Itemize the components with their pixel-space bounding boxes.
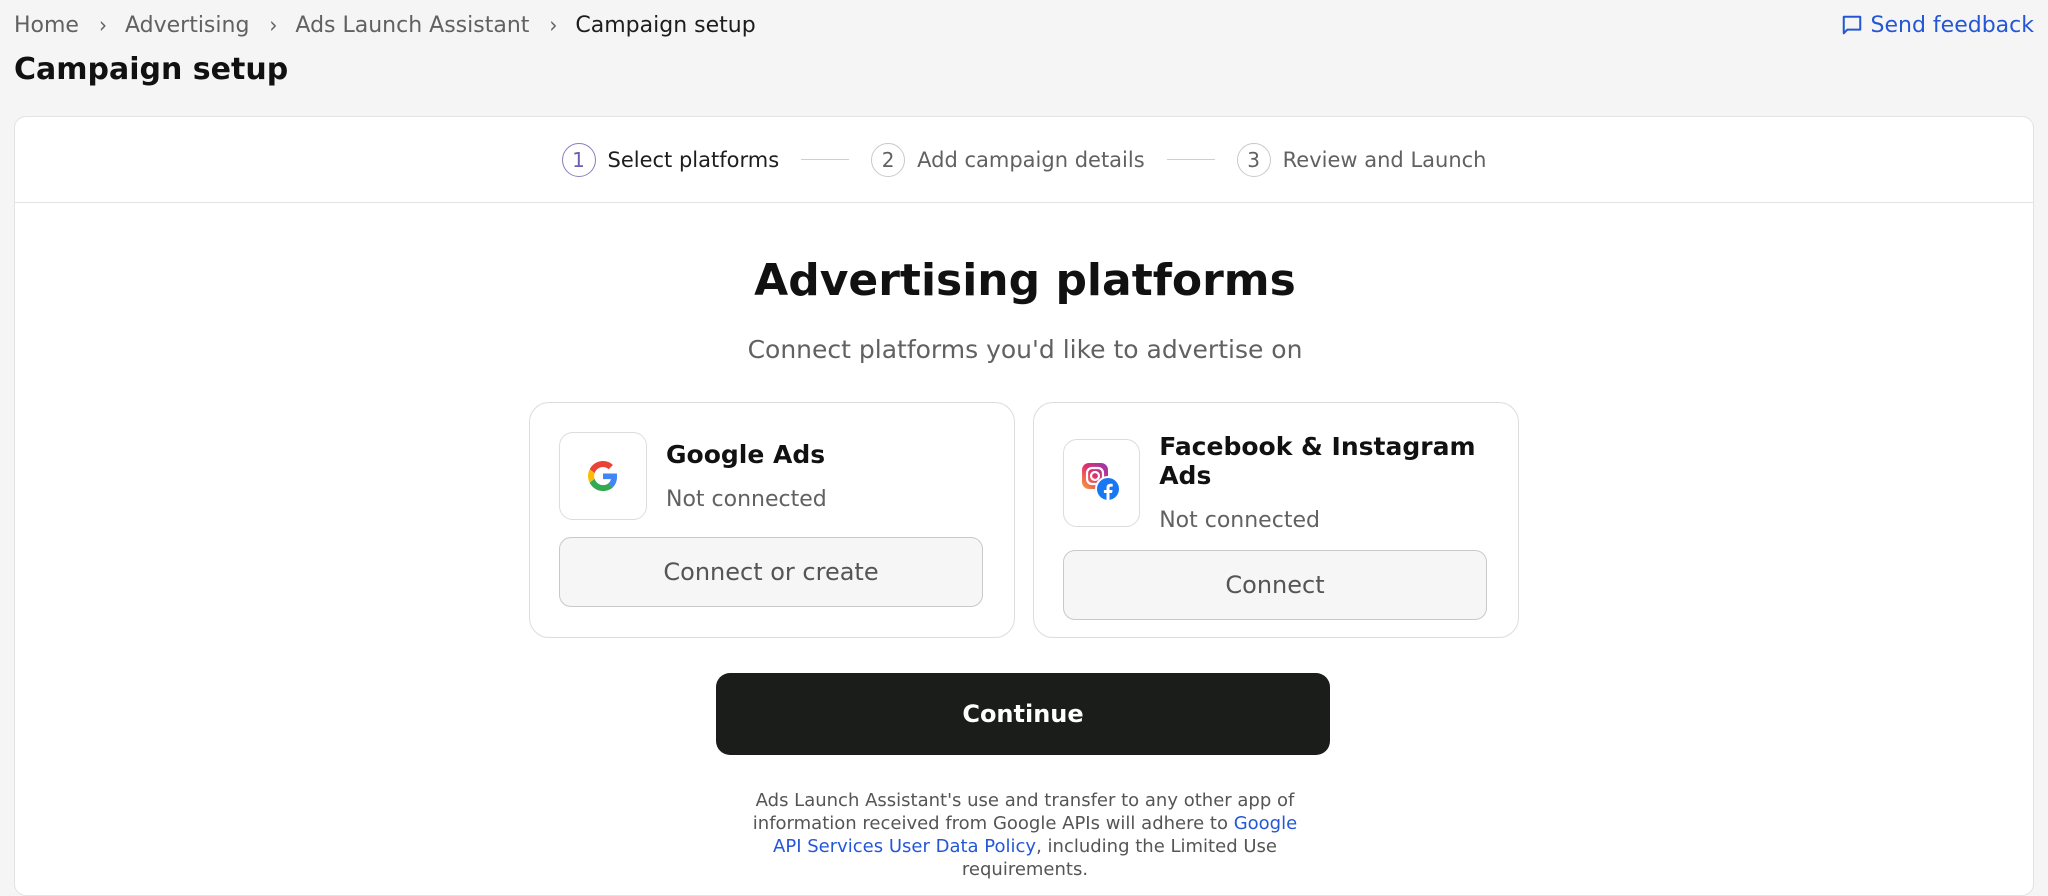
meta-icon	[1063, 438, 1141, 527]
platform-name: Facebook & Instagram Ads	[1159, 432, 1476, 490]
feedback-icon	[1842, 15, 1861, 35]
platform-status: Not connected	[1159, 508, 1320, 533]
page-title: Campaign setup	[14, 52, 289, 87]
platform-list: Google Ads Not connected Connect or crea…	[529, 402, 1519, 638]
step-number: 3	[1236, 142, 1271, 177]
chevron-right-icon: ›	[549, 11, 558, 39]
breadcrumb-current: Campaign setup	[575, 12, 756, 38]
section-heading: Advertising platforms	[754, 255, 1296, 306]
continue-button[interactable]: Continue	[716, 673, 1330, 755]
platform-name: Google Ads	[666, 440, 826, 469]
platform-card-facebook-instagram-ads: Facebook & Instagram Ads Not connected C…	[1033, 402, 1519, 638]
step-number: 2	[871, 142, 906, 177]
platform-status: Not connected	[666, 487, 827, 512]
section-subheading: Connect platforms you'd like to advertis…	[747, 335, 1303, 364]
chevron-right-icon: ›	[269, 11, 278, 39]
google-icon	[559, 432, 647, 520]
chevron-right-icon: ›	[98, 11, 107, 39]
send-feedback-label: Send feedback	[1870, 12, 2034, 38]
breadcrumb-advertising[interactable]: Advertising	[125, 13, 249, 38]
platform-card-google-ads: Google Ads Not connected Connect or crea…	[529, 402, 1015, 638]
step-divider	[1166, 158, 1215, 161]
step-select-platforms[interactable]: 1 Select platforms	[561, 142, 780, 177]
stepper: 1 Select platforms 2 Add campaign detail…	[15, 117, 2033, 203]
breadcrumb: Home › Advertising › Ads Launch Assistan…	[14, 11, 756, 39]
connect-button[interactable]: Connect	[1063, 550, 1487, 620]
step-divider	[801, 158, 850, 161]
step-label: Select platforms	[607, 147, 780, 172]
disclaimer: Ads Launch Assistant's use and transfer …	[745, 789, 1305, 881]
step-label: Add campaign details	[917, 147, 1145, 172]
top-bar: Home › Advertising › Ads Launch Assistan…	[14, 8, 2034, 42]
breadcrumb-ads-launch-assistant[interactable]: Ads Launch Assistant	[295, 13, 529, 38]
disclaimer-text: Ads Launch Assistant's use and transfer …	[752, 790, 1295, 834]
breadcrumb-home[interactable]: Home	[14, 13, 79, 38]
step-add-campaign-details[interactable]: 2 Add campaign details	[871, 142, 1145, 177]
step-number: 1	[561, 142, 596, 177]
setup-card: 1 Select platforms 2 Add campaign detail…	[14, 116, 2034, 896]
step-label: Review and Launch	[1282, 147, 1487, 172]
send-feedback-link[interactable]: Send feedback	[1841, 13, 2034, 38]
connect-or-create-button[interactable]: Connect or create	[559, 537, 983, 607]
step-review-and-launch[interactable]: 3 Review and Launch	[1236, 142, 1487, 177]
